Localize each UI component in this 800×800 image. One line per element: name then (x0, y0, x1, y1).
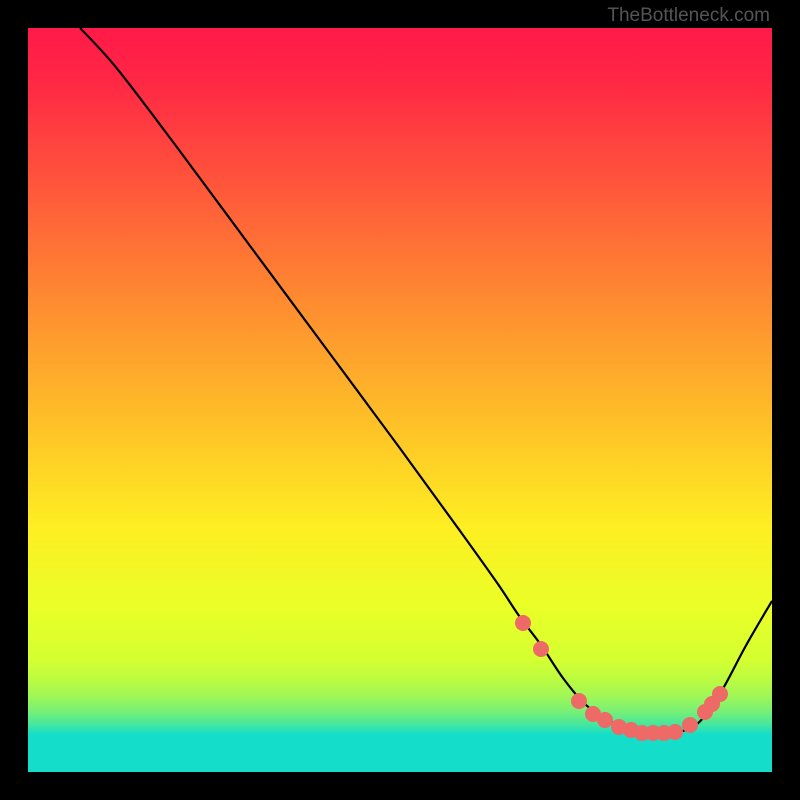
data-point (597, 712, 613, 728)
chart-frame: TheBottleneck.com (0, 0, 800, 800)
gradient-background (28, 28, 772, 772)
data-point (571, 693, 587, 709)
data-point (533, 641, 549, 657)
data-point (682, 717, 698, 733)
data-point (667, 724, 683, 740)
watermark-text: TheBottleneck.com (607, 5, 770, 27)
data-point (712, 686, 728, 702)
plot-area (28, 28, 772, 772)
data-point (515, 615, 531, 631)
